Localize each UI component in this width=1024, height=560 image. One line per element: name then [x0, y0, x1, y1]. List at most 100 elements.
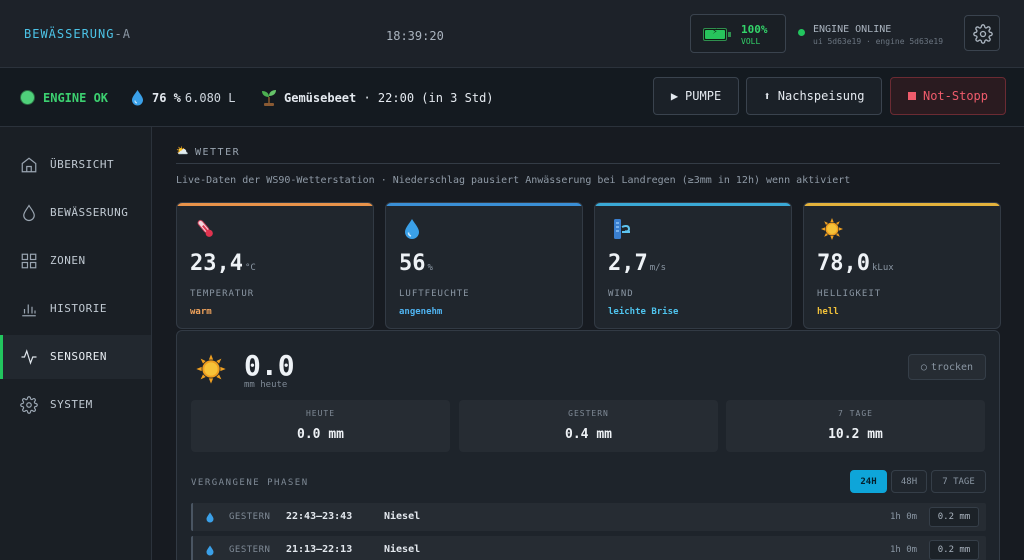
temperature-card: 23,4 °C TEMPERATUR warm	[176, 202, 374, 329]
refill-button[interactable]: ⬆ Nachspeisung	[746, 77, 882, 115]
stat-value: 10.2 mm	[828, 427, 883, 442]
phase-time: 21:13–22:13	[286, 544, 353, 555]
tab-24h[interactable]: 24H	[850, 470, 887, 493]
card-value: 2,7 m/s	[608, 251, 666, 276]
play-icon: ▶	[670, 89, 679, 103]
sidebar-item-history[interactable]: HISTORIE	[0, 287, 151, 331]
stat-today: HEUTE 0.0 mm	[191, 400, 450, 452]
sidebar: ÜBERSICHT BEWÄSSERUNG ZONEN HISTORIE SEN…	[0, 127, 152, 560]
rain-today-value: 0.0	[244, 349, 295, 382]
battery-tip	[728, 32, 731, 37]
section-description: Live-Daten der WS90-Wetterstation · Nied…	[176, 175, 851, 186]
card-value: 23,4 °C	[190, 251, 256, 276]
wind-icon	[611, 217, 635, 244]
main-content: ⛅ WETTER Live-Daten der WS90-Wetterstati…	[152, 127, 1024, 560]
card-unit: kLux	[871, 263, 894, 273]
sidebar-item-label: SENSOREN	[50, 350, 107, 363]
emergency-stop-label: Not-Stopp	[922, 89, 989, 103]
card-accent	[386, 203, 582, 206]
humidity-card: 56% LUFTFEUCHTE angenehm	[385, 202, 583, 329]
tank-volume: 6.080 L	[184, 91, 236, 105]
phase-type: Niesel	[384, 544, 421, 555]
battery-percent: 100%	[741, 23, 768, 36]
stat-label: 7 TAGE	[838, 409, 873, 418]
app-title-suffix: -A	[114, 27, 131, 41]
sun-icon	[195, 353, 227, 388]
engine-ok-indicator	[21, 91, 34, 104]
emergency-stop-button[interactable]: Not-Stopp	[890, 77, 1006, 115]
sidebar-item-label: HISTORIE	[50, 302, 107, 315]
precipitation-panel: 0.0 mm heute ○ trocken HEUTE 0.0 mm GESTE…	[176, 330, 1000, 560]
phase-day: GESTERN	[229, 545, 271, 555]
phase-duration: 1h 0m	[890, 545, 918, 555]
sidebar-item-overview[interactable]: ÜBERSICHT	[0, 143, 151, 187]
stop-icon	[907, 92, 916, 100]
settings-button[interactable]	[964, 15, 1000, 51]
sidebar-item-sensors[interactable]: SENSOREN	[0, 335, 151, 379]
app-title: BEWÄSSERUNG-A	[24, 27, 131, 41]
sidebar-item-zones[interactable]: ZONEN	[0, 239, 151, 283]
card-state: leichte Brise	[608, 307, 679, 317]
status-bar: ENGINE OK 76 % 6.080 L Gemüsebeet · 22:00…	[0, 68, 1024, 127]
sidebar-item-label: SYSTEM	[50, 398, 93, 411]
gear-icon	[20, 396, 38, 414]
app-title-text: BEWÄSSERUNG	[24, 27, 115, 41]
sidebar-item-label: ZONEN	[50, 254, 86, 267]
brightness-card: 78,0 kLux HELLIGKEIT hell	[803, 202, 1001, 329]
pump-button[interactable]: ▶ PUMPE	[653, 77, 739, 115]
list-item: GESTERN 21:13–22:13 Niesel 1h 0m 0.2 mm	[191, 536, 986, 560]
home-icon	[21, 157, 37, 173]
grid-icon	[21, 253, 37, 269]
sidebar-item-label: BEWÄSSERUNG	[50, 206, 129, 219]
rain-today-unit: mm heute	[244, 380, 288, 390]
card-value-number: 2,7	[608, 251, 648, 276]
pulse-icon	[21, 349, 37, 365]
card-unit: %	[427, 263, 433, 273]
engine-status-label: ENGINE ONLINE	[813, 24, 892, 35]
card-accent	[804, 203, 1000, 206]
sidebar-item-irrigation[interactable]: BEWÄSSERUNG	[0, 191, 151, 235]
card-label: HELLIGKEIT	[817, 289, 882, 299]
battery-indicator: ⚡ 100% VOLL	[690, 14, 786, 53]
sidebar-item-label: ÜBERSICHT	[50, 158, 115, 171]
schedule-zone: Gemüsebeet	[284, 91, 357, 105]
tab-48h[interactable]: 48H	[891, 470, 927, 493]
status-badge: ○ trocken	[908, 354, 986, 380]
phase-amount: 0.2 mm	[929, 540, 979, 560]
schedule-time: · 22:00 (in 3 Std)	[363, 91, 494, 105]
card-value-number: 23,4	[190, 251, 243, 276]
list-item: GESTERN 22:43–23:43 Niesel 1h 0m 0.2 mm	[191, 503, 986, 531]
phase-amount: 0.2 mm	[929, 507, 979, 527]
stat-value: 0.0 mm	[297, 427, 344, 442]
cloud-icon: ⛅	[176, 146, 189, 157]
battery-icon: ⚡	[703, 27, 727, 41]
card-value: 56%	[399, 251, 433, 276]
card-accent	[177, 203, 373, 206]
card-state: warm	[190, 307, 212, 317]
tab-7days[interactable]: 7 TAGE	[931, 470, 986, 493]
phase-type: Niesel	[384, 511, 421, 522]
tank-percent: 76 %	[152, 91, 181, 105]
engine-ok-label: ENGINE OK	[43, 91, 109, 105]
droplet-icon	[205, 511, 215, 527]
card-state: angenehm	[399, 307, 443, 317]
clock: 18:39:20	[386, 29, 444, 43]
next-schedule: Gemüsebeet · 22:00 (in 3 Std)	[284, 91, 494, 105]
drop-icon	[23, 204, 35, 222]
droplet-icon	[205, 544, 215, 560]
past-phases-title: VERGANGENE PHASEN	[191, 478, 309, 488]
engine-status-dot	[798, 29, 805, 36]
section-title: WETTER	[195, 147, 241, 158]
card-label: LUFTFEUCHTE	[399, 289, 470, 299]
card-unit: m/s	[649, 263, 667, 273]
battery-label: VOLL	[741, 37, 761, 46]
card-value: 78,0 kLux	[817, 251, 894, 276]
tank-level: 76 % 6.080 L	[152, 91, 235, 105]
card-accent	[595, 203, 791, 206]
sidebar-item-system[interactable]: SYSTEM	[0, 383, 151, 427]
pump-button-label: PUMPE	[685, 89, 722, 103]
top-bar: BEWÄSSERUNG-A 18:39:20 ⚡ 100% VOLL ENGIN…	[0, 0, 1024, 68]
engine-version: ui 5d63e19 · engine 5d63e19	[813, 37, 944, 46]
thermometer-icon	[193, 217, 217, 244]
water-drop-icon	[131, 89, 144, 109]
